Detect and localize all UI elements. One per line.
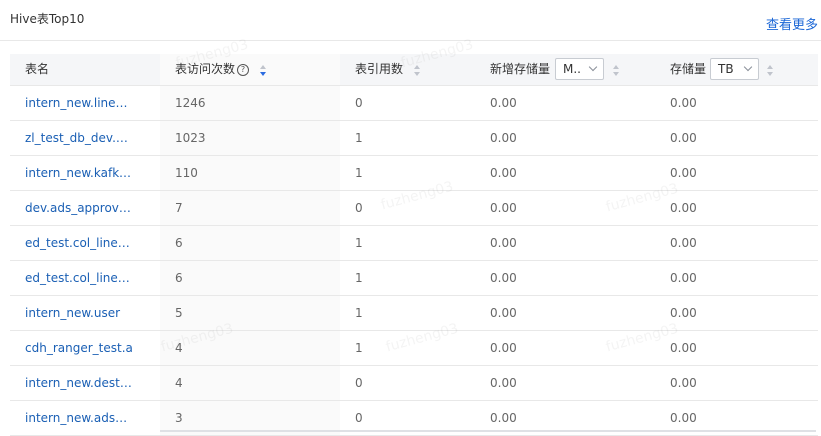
new-storage-value: 0.00 [490, 341, 517, 355]
hive-table-top10: 表名 表访问次数? 表引用数 新增存储量 M.. 存储量 TB intern_n… [10, 54, 818, 436]
sort-icon-storage[interactable] [767, 65, 773, 76]
storage-value: 0.00 [670, 96, 697, 110]
column-header-access[interactable]: 表访问次数? [175, 54, 250, 85]
new-storage-value: 0.00 [490, 96, 517, 110]
chevron-down-icon [588, 62, 598, 72]
storage-value: 0.00 [670, 271, 697, 285]
sort-desc-icon[interactable] [414, 72, 420, 76]
access-count: 4 [175, 376, 183, 390]
storage-value: 0.00 [670, 131, 697, 145]
table-name-link[interactable]: intern_new.dest_… [25, 366, 133, 400]
storage-value: 0.00 [670, 166, 697, 180]
sort-icon-new-storage[interactable] [613, 65, 619, 76]
column-header-name: 表名 [25, 62, 50, 76]
storage-value: 0.00 [670, 236, 697, 250]
access-count: 6 [175, 271, 183, 285]
panel-title: Hive表Top10 [10, 12, 85, 26]
access-count: 7 [175, 201, 183, 215]
chevron-down-icon [743, 62, 753, 72]
panel-header: Hive表Top10 查看更多 [0, 0, 821, 41]
table-name-link[interactable]: ed_test.col_linea_1 [25, 261, 133, 295]
sort-asc-icon[interactable] [613, 65, 619, 69]
access-count: 4 [175, 341, 183, 355]
new-storage-unit-select[interactable]: M.. [555, 58, 604, 80]
new-storage-value: 0.00 [490, 201, 517, 215]
column-header-refs[interactable]: 表引用数 [355, 54, 403, 85]
table-name-link[interactable]: dev.ads_approve… [25, 191, 133, 225]
sort-asc-icon[interactable] [767, 65, 773, 69]
access-count: 1023 [175, 131, 206, 145]
hive-top10-panel: Hive表Top10 查看更多 表名 表访问次数? 表引用数 新增存储量 M.. [0, 0, 821, 436]
sort-desc-icon[interactable] [767, 72, 773, 76]
sort-asc-icon[interactable] [260, 65, 266, 69]
ref-count: 0 [355, 201, 363, 215]
storage-value: 0.00 [670, 306, 697, 320]
sort-asc-icon[interactable] [414, 65, 420, 69]
sort-icon-refs[interactable] [414, 65, 420, 76]
ref-count: 1 [355, 131, 363, 145]
table-row: intern_new.kafka… 110 1 0.00 0.00 [10, 156, 818, 191]
table-name-link[interactable]: ed_test.col_linea_2 [25, 226, 133, 260]
column-header-storage[interactable]: 存储量 [670, 54, 706, 85]
column-header-new-storage[interactable]: 新增存储量 [490, 54, 550, 85]
table-row: cdh_ranger_test.a 4 1 0.00 0.00 [10, 331, 818, 366]
view-more-link[interactable]: 查看更多 [766, 14, 818, 33]
storage-value: 0.00 [670, 376, 697, 390]
table-name-link[interactable]: cdh_ranger_test.a [25, 331, 133, 365]
new-storage-value: 0.00 [490, 271, 517, 285]
ref-count: 0 [355, 96, 363, 110]
table-row: intern_new.user 5 1 0.00 0.00 [10, 296, 818, 331]
new-storage-value: 0.00 [490, 376, 517, 390]
access-count: 6 [175, 236, 183, 250]
ref-count: 1 [355, 271, 363, 285]
storage-value: 0.00 [670, 201, 697, 215]
sort-desc-icon[interactable] [260, 72, 266, 76]
table-header-row: 表名 表访问次数? 表引用数 新增存储量 M.. 存储量 TB [10, 54, 818, 86]
column-header-access-label: 表访问次数 [175, 62, 236, 76]
ref-count: 1 [355, 236, 363, 250]
table-name-link[interactable]: intern_new.ads_t… [25, 401, 133, 435]
horizontal-scrollbar[interactable] [160, 430, 816, 432]
storage-unit-value: TB [718, 62, 734, 76]
ref-count: 1 [355, 306, 363, 320]
new-storage-value: 0.00 [490, 166, 517, 180]
table-row: intern_new.linea… 1246 0 0.00 0.00 [10, 86, 818, 121]
access-count: 1246 [175, 96, 206, 110]
table-row: dev.ads_approve… 7 0 0.00 0.00 [10, 191, 818, 226]
table-row: zl_test_db_dev.e… 1023 1 0.00 0.00 [10, 121, 818, 156]
new-storage-value: 0.00 [490, 131, 517, 145]
table-row: intern_new.dest_… 4 0 0.00 0.00 [10, 366, 818, 401]
ref-count: 0 [355, 376, 363, 390]
storage-value: 0.00 [670, 341, 697, 355]
table-row: ed_test.col_linea_2 6 1 0.00 0.00 [10, 226, 818, 261]
ref-count: 1 [355, 166, 363, 180]
sort-desc-icon[interactable] [613, 72, 619, 76]
table-row: ed_test.col_linea_1 6 1 0.00 0.00 [10, 261, 818, 296]
table-name-link[interactable]: intern_new.user [25, 296, 133, 330]
new-storage-unit-value: M.. [563, 62, 581, 76]
storage-unit-select[interactable]: TB [710, 58, 759, 80]
access-count: 5 [175, 306, 183, 320]
table-name-link[interactable]: intern_new.kafka… [25, 156, 133, 190]
ref-count: 1 [355, 341, 363, 355]
table-name-link[interactable]: intern_new.linea… [25, 86, 133, 120]
table-name-link[interactable]: zl_test_db_dev.e… [25, 121, 133, 155]
access-count: 110 [175, 166, 198, 180]
question-circle-icon[interactable]: ? [237, 64, 250, 76]
new-storage-value: 0.00 [490, 306, 517, 320]
sort-icon-access[interactable] [260, 65, 266, 76]
new-storage-value: 0.00 [490, 236, 517, 250]
